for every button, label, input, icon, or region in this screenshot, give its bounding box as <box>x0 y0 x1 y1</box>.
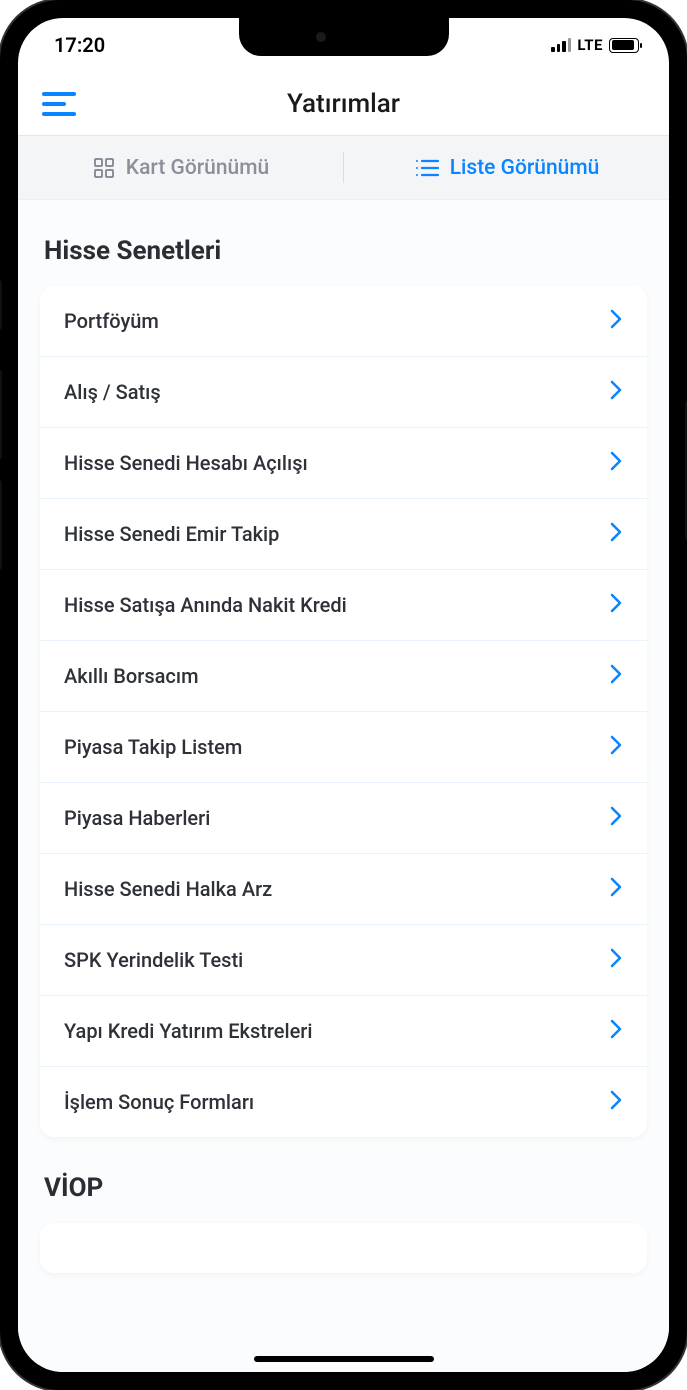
list-item[interactable]: İşlem Sonuç Formları <box>40 1067 647 1137</box>
app-header: Yatırımlar <box>18 72 669 136</box>
page-title: Yatırımlar <box>287 89 400 119</box>
list-item[interactable]: Yapı Kredi Yatırım Ekstreleri <box>40 996 647 1067</box>
chevron-right-icon <box>609 663 623 689</box>
chevron-right-icon <box>609 876 623 902</box>
list-item-label: Hisse Senedi Hesabı Açılışı <box>64 451 308 475</box>
list-item[interactable]: Akıllı Borsacım <box>40 641 647 712</box>
chevron-right-icon <box>609 379 623 405</box>
list-item[interactable]: Alış / Satış <box>40 357 647 428</box>
list-item-label: Akıllı Borsacım <box>64 664 199 688</box>
home-indicator[interactable] <box>254 1356 434 1362</box>
phone-screen: 17:20 LTE Yatırımlar <box>18 18 669 1372</box>
chevron-right-icon <box>609 805 623 831</box>
phone-frame: 17:20 LTE Yatırımlar <box>0 0 687 1390</box>
chevron-right-icon <box>609 1018 623 1044</box>
list-item-label: Hisse Satışa Anında Nakit Kredi <box>64 593 347 617</box>
side-button <box>0 280 2 330</box>
section-title-viop: VİOP <box>44 1173 647 1203</box>
chevron-right-icon <box>609 308 623 334</box>
status-time: 17:20 <box>54 33 105 57</box>
section-title-hisse: Hisse Senetleri <box>44 236 647 266</box>
chevron-right-icon <box>609 450 623 476</box>
list-item[interactable]: Piyasa Haberleri <box>40 783 647 854</box>
list-item-label: Yapı Kredi Yatırım Ekstreleri <box>64 1019 312 1043</box>
list-item[interactable]: Hisse Senedi Hesabı Açılışı <box>40 428 647 499</box>
content-scroll[interactable]: Hisse Senetleri Portföyüm Alış / Satış His… <box>18 200 669 1372</box>
list-item[interactable]: Hisse Senedi Emir Takip <box>40 499 647 570</box>
grid-icon <box>92 156 116 180</box>
viop-list <box>40 1223 647 1273</box>
list-item-label: Alış / Satış <box>64 380 161 404</box>
network-label: LTE <box>577 36 603 54</box>
list-item[interactable]: Hisse Senedi Halka Arz <box>40 854 647 925</box>
list-item-label: Hisse Senedi Emir Takip <box>64 522 279 546</box>
list-item-label: Portföyüm <box>64 309 159 333</box>
list-item-label: SPK Yerindelik Testi <box>64 948 243 972</box>
list-item[interactable]: SPK Yerindelik Testi <box>40 925 647 996</box>
notch <box>239 18 449 56</box>
list-item[interactable]: Hisse Satışa Anında Nakit Kredi <box>40 570 647 641</box>
volume-down-button <box>0 480 2 570</box>
tab-card-label: Kart Görünümü <box>126 156 269 180</box>
chevron-right-icon <box>609 592 623 618</box>
chevron-right-icon <box>609 1089 623 1115</box>
list-item[interactable]: Portföyüm <box>40 286 647 357</box>
tab-list-view[interactable]: Liste Görünümü <box>344 136 669 199</box>
tab-list-label: Liste Görünümü <box>450 156 600 180</box>
menu-button[interactable] <box>42 92 76 116</box>
list-item-label: Hisse Senedi Halka Arz <box>64 877 272 901</box>
chevron-right-icon <box>609 521 623 547</box>
volume-up-button <box>0 370 2 460</box>
status-right: LTE <box>551 36 639 54</box>
list-item[interactable]: Piyasa Takip Listem <box>40 712 647 783</box>
tab-card-view[interactable]: Kart Görünümü <box>18 136 343 199</box>
camera-dot <box>316 32 326 42</box>
view-toggle: Kart Görünümü Liste Görünümü <box>18 136 669 200</box>
battery-icon <box>609 38 639 53</box>
list-item-label: İşlem Sonuç Formları <box>64 1090 254 1114</box>
chevron-right-icon <box>609 734 623 760</box>
list-item-label: Piyasa Haberleri <box>64 806 210 830</box>
chevron-right-icon <box>609 947 623 973</box>
hisse-list: Portföyüm Alış / Satış Hisse Senedi Hesabı… <box>40 286 647 1137</box>
list-icon <box>414 156 440 180</box>
list-item-label: Piyasa Takip Listem <box>64 735 242 759</box>
cellular-signal-icon <box>551 38 571 52</box>
